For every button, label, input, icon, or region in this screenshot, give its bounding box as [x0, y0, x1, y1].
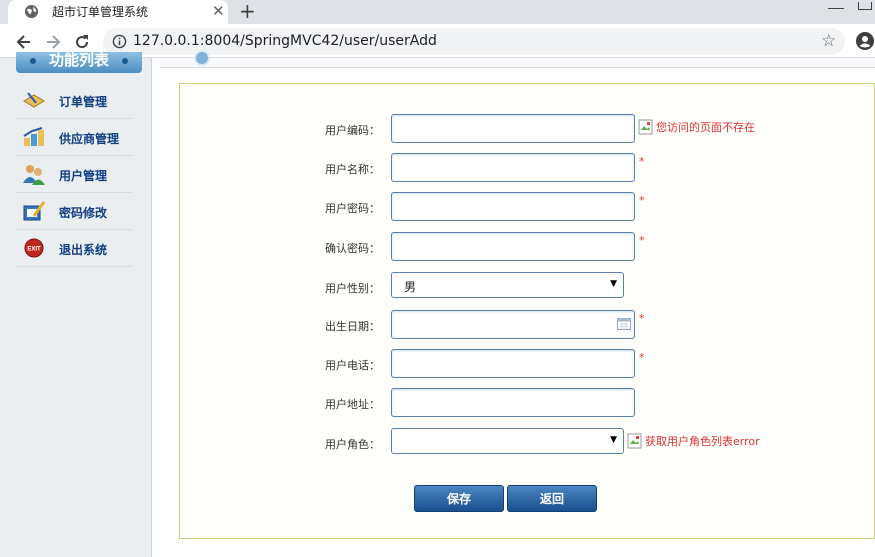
confirm-password-label: 确认密码：: [325, 242, 380, 255]
confirm-password-row: 确认密码： *: [180, 232, 875, 262]
user-add-form: 用户编码： 您访问的页面不存在 用户名称： * 用户密码： * 确认密码： * …: [179, 83, 875, 539]
phone-row: 用户电话： *: [180, 349, 875, 379]
required-star: *: [639, 312, 645, 325]
globe-icon: [24, 4, 39, 19]
browser-tabstrip: 超市订单管理系统 ✕ +: [0, 0, 875, 24]
confirm-password-input[interactable]: [391, 232, 635, 261]
header-bullet-icon: [122, 58, 128, 64]
location-bar: [160, 50, 875, 68]
sidebar-item-label: 供应商管理: [59, 132, 120, 146]
bookmark-star-icon[interactable]: ☆: [821, 31, 836, 51]
sidebar-item-password[interactable]: 密码修改: [16, 193, 133, 230]
address-input[interactable]: [391, 388, 635, 417]
password-input[interactable]: [391, 192, 635, 221]
gender-selected-value: 男: [404, 280, 417, 294]
phone-label: 用户电话：: [325, 359, 380, 372]
sidebar-menu: 订单管理 供应商管理 用户管理 密码修改 EXIT 退出系统: [16, 82, 133, 267]
order-icon: [23, 92, 45, 108]
sidebar: 功能列表 订单管理 供应商管理 用户管理 密码修改 EXIT 退出系统: [0, 52, 152, 557]
broken-image-icon: [627, 433, 642, 449]
role-row: 用户角色： ▼ 获取用户角色列表error: [180, 428, 875, 458]
sidebar-item-label: 订单管理: [59, 95, 108, 109]
location-marker-icon: [194, 50, 210, 66]
address-bar[interactable]: 127.0.0.1:8004/SpringMVC42/user/userAdd …: [103, 28, 845, 55]
sidebar-header: 功能列表: [16, 52, 142, 73]
user-code-row: 用户编码： 您访问的页面不存在: [180, 114, 875, 144]
required-star: *: [639, 194, 645, 207]
user-code-message: 您访问的页面不存在: [656, 121, 755, 134]
back-button[interactable]: 返回: [507, 485, 597, 512]
role-message: 获取用户角色列表error: [645, 435, 760, 448]
browser-tab[interactable]: 超市订单管理系统 ✕: [8, 0, 228, 24]
password-label: 用户密码：: [325, 202, 380, 215]
user-code-input[interactable]: [391, 114, 635, 143]
supplier-icon: [23, 127, 44, 146]
reload-icon[interactable]: [72, 32, 92, 52]
sidebar-item-label: 用户管理: [59, 169, 108, 183]
sidebar-item-logout[interactable]: EXIT 退出系统: [16, 230, 133, 267]
account-icon[interactable]: [856, 32, 874, 50]
save-button[interactable]: 保存: [414, 485, 504, 512]
sidebar-item-users[interactable]: 用户管理: [16, 156, 133, 193]
forward-icon[interactable]: [43, 32, 63, 52]
chevron-down-icon: ▼: [610, 279, 617, 289]
user-name-row: 用户名称： *: [180, 153, 875, 183]
required-star: *: [639, 351, 645, 364]
user-code-label: 用户编码：: [325, 124, 380, 137]
user-name-label: 用户名称：: [325, 163, 380, 176]
window-tabsearch-icon[interactable]: [858, 2, 872, 10]
address-label: 用户地址：: [325, 398, 380, 411]
password-row: 用户密码： *: [180, 192, 875, 222]
birthday-label: 出生日期：: [325, 320, 380, 333]
gender-label: 用户性别：: [325, 282, 380, 295]
main-panel: 用户编码： 您访问的页面不存在 用户名称： * 用户密码： * 确认密码： * …: [152, 50, 875, 557]
role-select[interactable]: ▼: [391, 428, 624, 454]
button-row: 保存 返回: [180, 485, 875, 515]
address-row: 用户地址：: [180, 388, 875, 418]
phone-input[interactable]: [391, 349, 635, 378]
sidebar-item-orders[interactable]: 订单管理: [16, 82, 133, 119]
chevron-down-icon: ▼: [610, 435, 617, 445]
birthday-row: 出生日期： *: [180, 310, 875, 340]
exit-icon-text: EXIT: [27, 247, 41, 253]
sidebar-header-title: 功能列表: [48, 51, 109, 69]
sidebar-item-suppliers[interactable]: 供应商管理: [16, 119, 133, 156]
back-icon[interactable]: [14, 32, 34, 52]
tab-close-icon[interactable]: ✕: [212, 2, 225, 20]
info-icon[interactable]: [112, 34, 127, 49]
url-text[interactable]: 127.0.0.1:8004/SpringMVC42/user/userAdd: [133, 33, 437, 49]
exit-icon: EXIT: [24, 238, 44, 258]
calendar-icon[interactable]: [617, 318, 631, 330]
birthday-input[interactable]: [391, 310, 635, 339]
gender-row: 用户性别： 男 ▼: [180, 272, 875, 302]
window-minimize-icon[interactable]: [828, 8, 844, 9]
sidebar-item-label: 密码修改: [59, 206, 108, 220]
header-bullet-icon: [30, 58, 36, 64]
required-star: *: [639, 155, 645, 168]
page-content: 功能列表 订单管理 供应商管理 用户管理 密码修改 EXIT 退出系统 用户编码…: [0, 50, 875, 557]
role-label: 用户角色：: [325, 438, 380, 451]
tab-title: 超市订单管理系统: [52, 5, 149, 19]
required-star: *: [639, 234, 645, 247]
users-icon: [23, 165, 45, 185]
gender-select[interactable]: 男 ▼: [391, 272, 624, 298]
broken-image-icon: [638, 119, 653, 135]
password-edit-icon: [23, 201, 46, 221]
sidebar-item-label: 退出系统: [59, 243, 108, 257]
new-tab-icon[interactable]: +: [239, 0, 256, 23]
user-name-input[interactable]: [391, 153, 635, 182]
